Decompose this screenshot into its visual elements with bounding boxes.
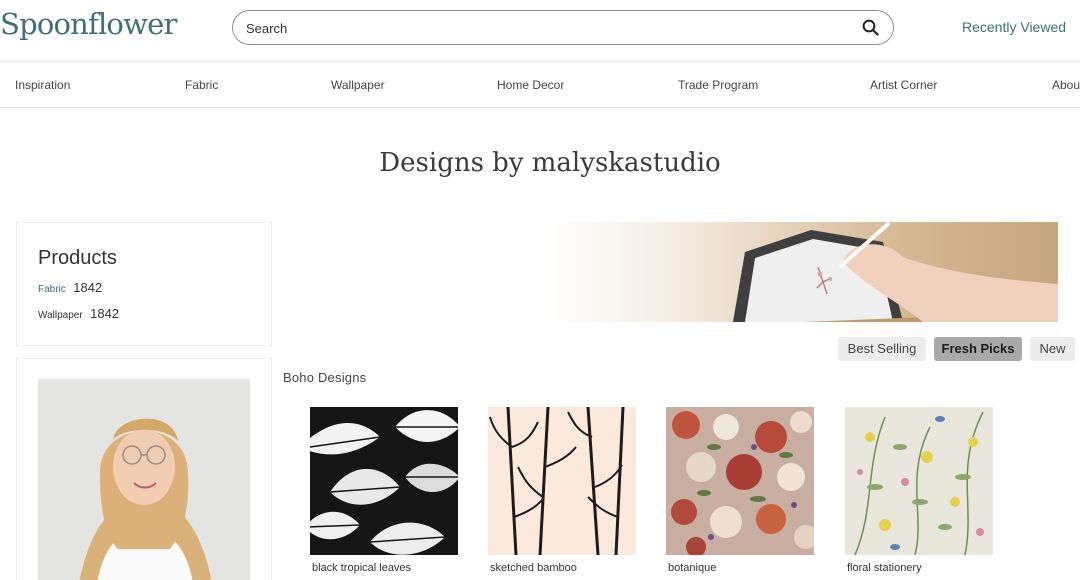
design-card[interactable]: botanique [666,407,814,580]
section-title: Boho Designs [283,370,367,385]
avatar-photo [38,379,250,580]
nav-item-inspiration[interactable]: Inspiration [15,78,70,92]
design-name[interactable]: sketched bamboo [490,562,577,574]
product-row-fabric[interactable]: Fabric 1842 [38,279,102,297]
page-title: Designs by malyskastudio [379,148,721,178]
sort-tab-new[interactable]: New [1030,337,1075,361]
design-name[interactable]: black tropical leaves [312,562,411,574]
product-row-wallpaper[interactable]: Wallpaper 1842 [38,305,119,323]
leaf-pattern-swatch[interactable] [310,407,458,555]
design-card[interactable]: black tropical leaves [310,407,458,580]
product-label-fabric[interactable]: Fabric [38,284,66,295]
nav-item-about[interactable]: About [1052,78,1080,92]
design-card[interactable]: floral stationery [845,407,993,580]
shop-banner [283,222,1058,322]
sort-tab-best-selling[interactable]: Best Selling [838,337,926,361]
search-icon[interactable] [862,19,879,36]
recently-viewed-link[interactable]: Recently Viewed [962,19,1066,35]
nav-item-fabric[interactable]: Fabric [185,78,218,92]
bamboo-pattern-swatch[interactable] [488,407,636,555]
light-floral-pattern-swatch[interactable] [845,407,993,555]
avatar [38,379,250,580]
product-count-wallpaper: 1842 [90,306,120,321]
products-panel: Products Fabric 1842 Wallpaper 1842 [16,222,272,346]
design-card[interactable]: sketched bamboo [488,407,636,580]
nav-item-artist-corner[interactable]: Artist Corner [870,78,937,92]
nav-item-wallpaper[interactable]: Wallpaper [331,78,385,92]
design-name[interactable]: botanique [668,562,716,574]
nav-item-home-decor[interactable]: Home Decor [497,78,564,92]
sort-tab-fresh-picks[interactable]: Fresh Picks [934,337,1022,361]
design-name[interactable]: floral stationery [847,562,922,574]
products-heading: Products [38,247,117,269]
search-input[interactable] [246,17,846,39]
nav-item-trade-program[interactable]: Trade Program [678,78,758,92]
floral-pattern-swatch[interactable] [666,407,814,555]
banner-tablet-illustration [733,222,1058,322]
product-label-wallpaper[interactable]: Wallpaper [38,310,83,321]
site-header: Spoonflower Recently Viewed [0,0,1080,62]
spoonflower-logo[interactable]: Spoonflower [0,7,177,41]
main-nav: Inspiration Fabric Wallpaper Home Decor … [0,62,1080,108]
product-count-fabric: 1842 [73,280,103,295]
profile-panel [16,358,272,580]
search-bar[interactable] [232,10,894,45]
